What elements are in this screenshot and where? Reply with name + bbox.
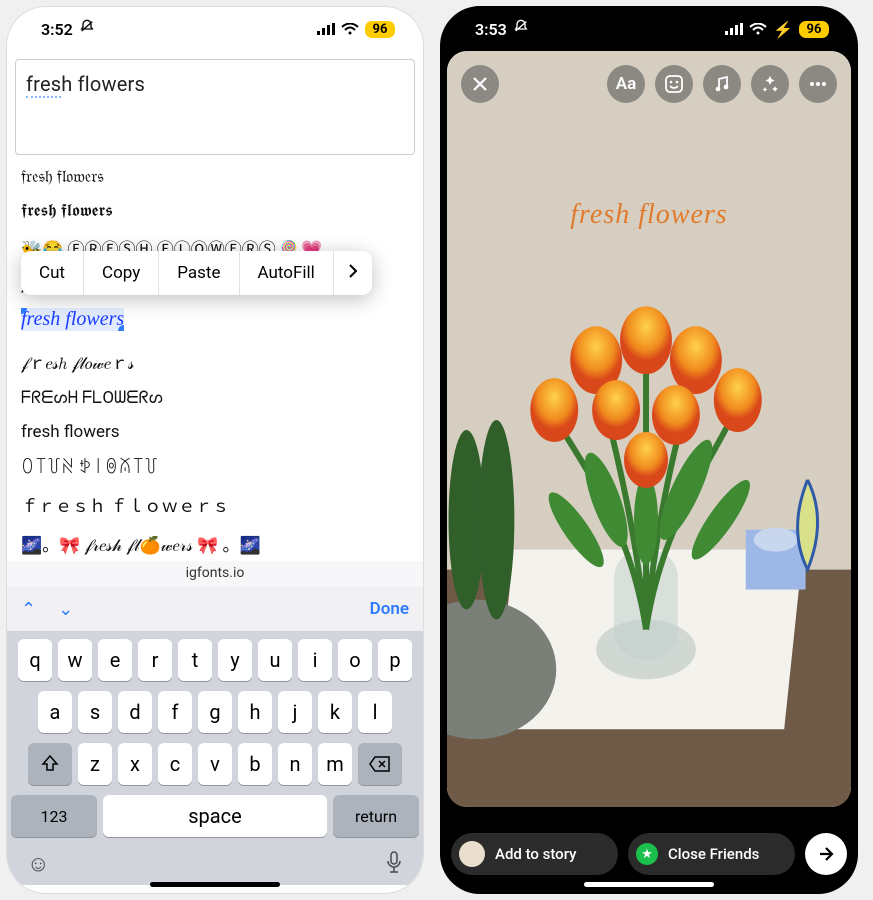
key-c[interactable]: c: [158, 743, 192, 785]
menu-copy[interactable]: Copy: [84, 251, 158, 295]
menu-more[interactable]: [334, 263, 372, 283]
input-leading: fres: [26, 72, 61, 98]
key-u[interactable]: u: [258, 639, 292, 681]
shift-key[interactable]: [28, 743, 72, 785]
keyboard-done-button[interactable]: Done: [370, 599, 409, 619]
key-j[interactable]: j: [278, 691, 312, 733]
key-r[interactable]: r: [138, 639, 172, 681]
story-photo: [447, 51, 851, 807]
cellular-icon: [725, 20, 743, 39]
your-story-avatar-icon: [459, 841, 485, 867]
space-key[interactable]: space: [103, 795, 327, 837]
kb-prev-arrow-icon[interactable]: ⌃: [21, 599, 36, 620]
key-t[interactable]: t: [178, 639, 212, 681]
font-row[interactable]: fresh flowers: [21, 422, 409, 442]
numbers-key[interactable]: 123: [11, 795, 97, 837]
font-row[interactable]: ｆｒｅｓｈ ｆｌｏｗｅｒｓ: [21, 492, 409, 517]
status-time: 3:52: [41, 20, 73, 39]
silent-icon: [79, 19, 95, 39]
story-canvas[interactable]: Aa fresh flowers: [447, 51, 851, 807]
menu-paste[interactable]: Paste: [159, 251, 238, 295]
status-time: 3:53: [475, 20, 507, 39]
close-friends-button[interactable]: ★ Close Friends: [628, 833, 795, 875]
wifi-icon: [341, 20, 359, 39]
key-x[interactable]: x: [118, 743, 152, 785]
key-g[interactable]: g: [198, 691, 232, 733]
menu-cut[interactable]: Cut: [21, 251, 83, 295]
key-o[interactable]: o: [338, 639, 372, 681]
text-context-menu: Cut Copy Paste AutoFill: [21, 251, 372, 295]
battery-indicator: 96: [365, 21, 395, 38]
story-share-bar: Add to story ★ Close Friends: [451, 833, 847, 875]
effects-tool-button[interactable]: [751, 65, 789, 103]
wifi-icon: [749, 20, 767, 39]
key-z[interactable]: z: [78, 743, 112, 785]
key-w[interactable]: w: [58, 639, 92, 681]
close-button[interactable]: [461, 65, 499, 103]
font-row[interactable]: 🌌。🎀 𝒻𝓇𝑒𝓈𝒽 𝒻𝓁🍊𝓌𝑒𝓇𝓈 🎀 。🌌: [21, 531, 409, 556]
key-f[interactable]: f: [158, 691, 192, 733]
key-a[interactable]: a: [38, 691, 72, 733]
font-row[interactable]: ꄲ꓄꒦ꋊ ꉣ꒐ꉻꊼ꓄꒦: [21, 456, 409, 478]
backspace-key[interactable]: [358, 743, 402, 785]
silent-icon: [513, 19, 529, 39]
font-row[interactable]: 𝒻ｒ𝑒𝓈ℎ 𝒻𝓁𝑜𝓌𝑒ｒ𝓈: [21, 349, 409, 374]
emoji-key-icon[interactable]: ☺: [27, 851, 49, 879]
input-trailing: h flowers: [61, 72, 145, 96]
key-m[interactable]: m: [318, 743, 352, 785]
add-to-story-label: Add to story: [495, 845, 576, 863]
text-tool-button[interactable]: Aa: [607, 65, 645, 103]
story-text-overlay[interactable]: fresh flowers: [447, 199, 851, 231]
font-row[interactable]: 𝖋𝖗𝖊𝖘𝖍 𝖋𝖑𝖔𝖜𝖊𝖗𝖘: [21, 201, 409, 221]
key-k[interactable]: k: [318, 691, 352, 733]
return-key[interactable]: return: [333, 795, 419, 837]
status-bar: 3:52 96: [7, 7, 423, 51]
story-toolbar: Aa: [461, 65, 837, 103]
key-p[interactable]: p: [378, 639, 412, 681]
kb-next-arrow-icon[interactable]: ⌄: [58, 599, 73, 620]
ios-keyboard: qwertyuiop asdfghjkl zxcvbnm 123 space r…: [7, 631, 423, 885]
font-row-selected[interactable]: fresh flowers: [21, 308, 124, 331]
home-indicator[interactable]: [150, 882, 280, 887]
dictation-key-icon[interactable]: [385, 851, 403, 879]
more-tool-button[interactable]: [799, 65, 837, 103]
key-n[interactable]: n: [278, 743, 312, 785]
key-s[interactable]: s: [78, 691, 112, 733]
home-indicator[interactable]: [584, 882, 714, 887]
keyboard-toolbar: ⌃ ⌄ Done: [7, 587, 423, 631]
key-h[interactable]: h: [238, 691, 272, 733]
sticker-tool-button[interactable]: [655, 65, 693, 103]
cellular-icon: [317, 20, 335, 39]
status-bar: 3:53 ⚡ 96: [441, 7, 857, 51]
phone-igfonts: 3:52 96 fresh flowers Cut Copy Paste Aut…: [6, 6, 424, 894]
key-l[interactable]: l: [358, 691, 392, 733]
key-q[interactable]: q: [18, 639, 52, 681]
key-y[interactable]: y: [218, 639, 252, 681]
font-row[interactable]: ᖴᖇᗴᔕᕼ ᖴᒪOᗯᗴᖇᔕ: [21, 388, 409, 408]
close-friends-star-icon: ★: [636, 843, 658, 865]
key-d[interactable]: d: [118, 691, 152, 733]
key-i[interactable]: i: [298, 639, 332, 681]
send-button[interactable]: [805, 833, 847, 875]
close-friends-label: Close Friends: [668, 845, 759, 863]
text-input-field[interactable]: fresh flowers: [15, 59, 415, 155]
browser-url[interactable]: igfonts.io: [7, 561, 423, 587]
add-to-story-button[interactable]: Add to story: [451, 833, 618, 875]
music-tool-button[interactable]: [703, 65, 741, 103]
menu-autofill[interactable]: AutoFill: [240, 251, 333, 295]
key-e[interactable]: e: [98, 639, 132, 681]
phone-instagram-story: 3:53 ⚡ 96: [440, 6, 858, 894]
font-variant-list[interactable]: Cut Copy Paste AutoFill 𝔣𝔯𝔢𝔰𝔥 𝔣𝔩𝔬𝔴𝔢𝔯𝔰 𝖋𝖗𝖊…: [7, 159, 423, 561]
battery-indicator: 96: [799, 21, 829, 38]
font-row[interactable]: 𝔣𝔯𝔢𝔰𝔥 𝔣𝔩𝔬𝔴𝔢𝔯𝔰: [21, 167, 409, 187]
key-b[interactable]: b: [238, 743, 272, 785]
key-v[interactable]: v: [198, 743, 232, 785]
charging-icon: ⚡: [773, 20, 793, 39]
